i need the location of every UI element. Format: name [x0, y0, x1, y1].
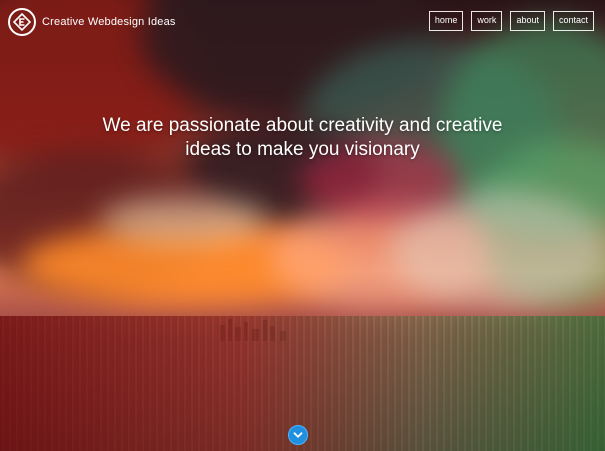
logo-mark-icon — [13, 13, 31, 31]
headline-line-2: ideas to make you visionary — [185, 139, 420, 160]
hero-background — [0, 0, 605, 451]
scroll-down-button[interactable] — [288, 425, 308, 445]
nav-item-contact[interactable]: contact — [552, 11, 594, 31]
nav-item-home[interactable]: home — [428, 11, 464, 31]
headline-line-1: We are passionate about creativity and c… — [102, 115, 503, 136]
hero-headline: We are passionate about creativity and c… — [0, 114, 605, 162]
nav-item-about[interactable]: about — [510, 11, 545, 31]
cloud-shape — [100, 195, 270, 245]
brand[interactable]: Creative Webdesign Ideas — [8, 8, 176, 36]
chevron-down-icon — [293, 432, 303, 438]
main-nav: home work about contact — [428, 11, 594, 31]
nav-item-work[interactable]: work — [471, 11, 503, 31]
brand-name[interactable]: Creative Webdesign Ideas — [42, 16, 176, 28]
diamond-e-logo-icon[interactable] — [8, 8, 36, 36]
